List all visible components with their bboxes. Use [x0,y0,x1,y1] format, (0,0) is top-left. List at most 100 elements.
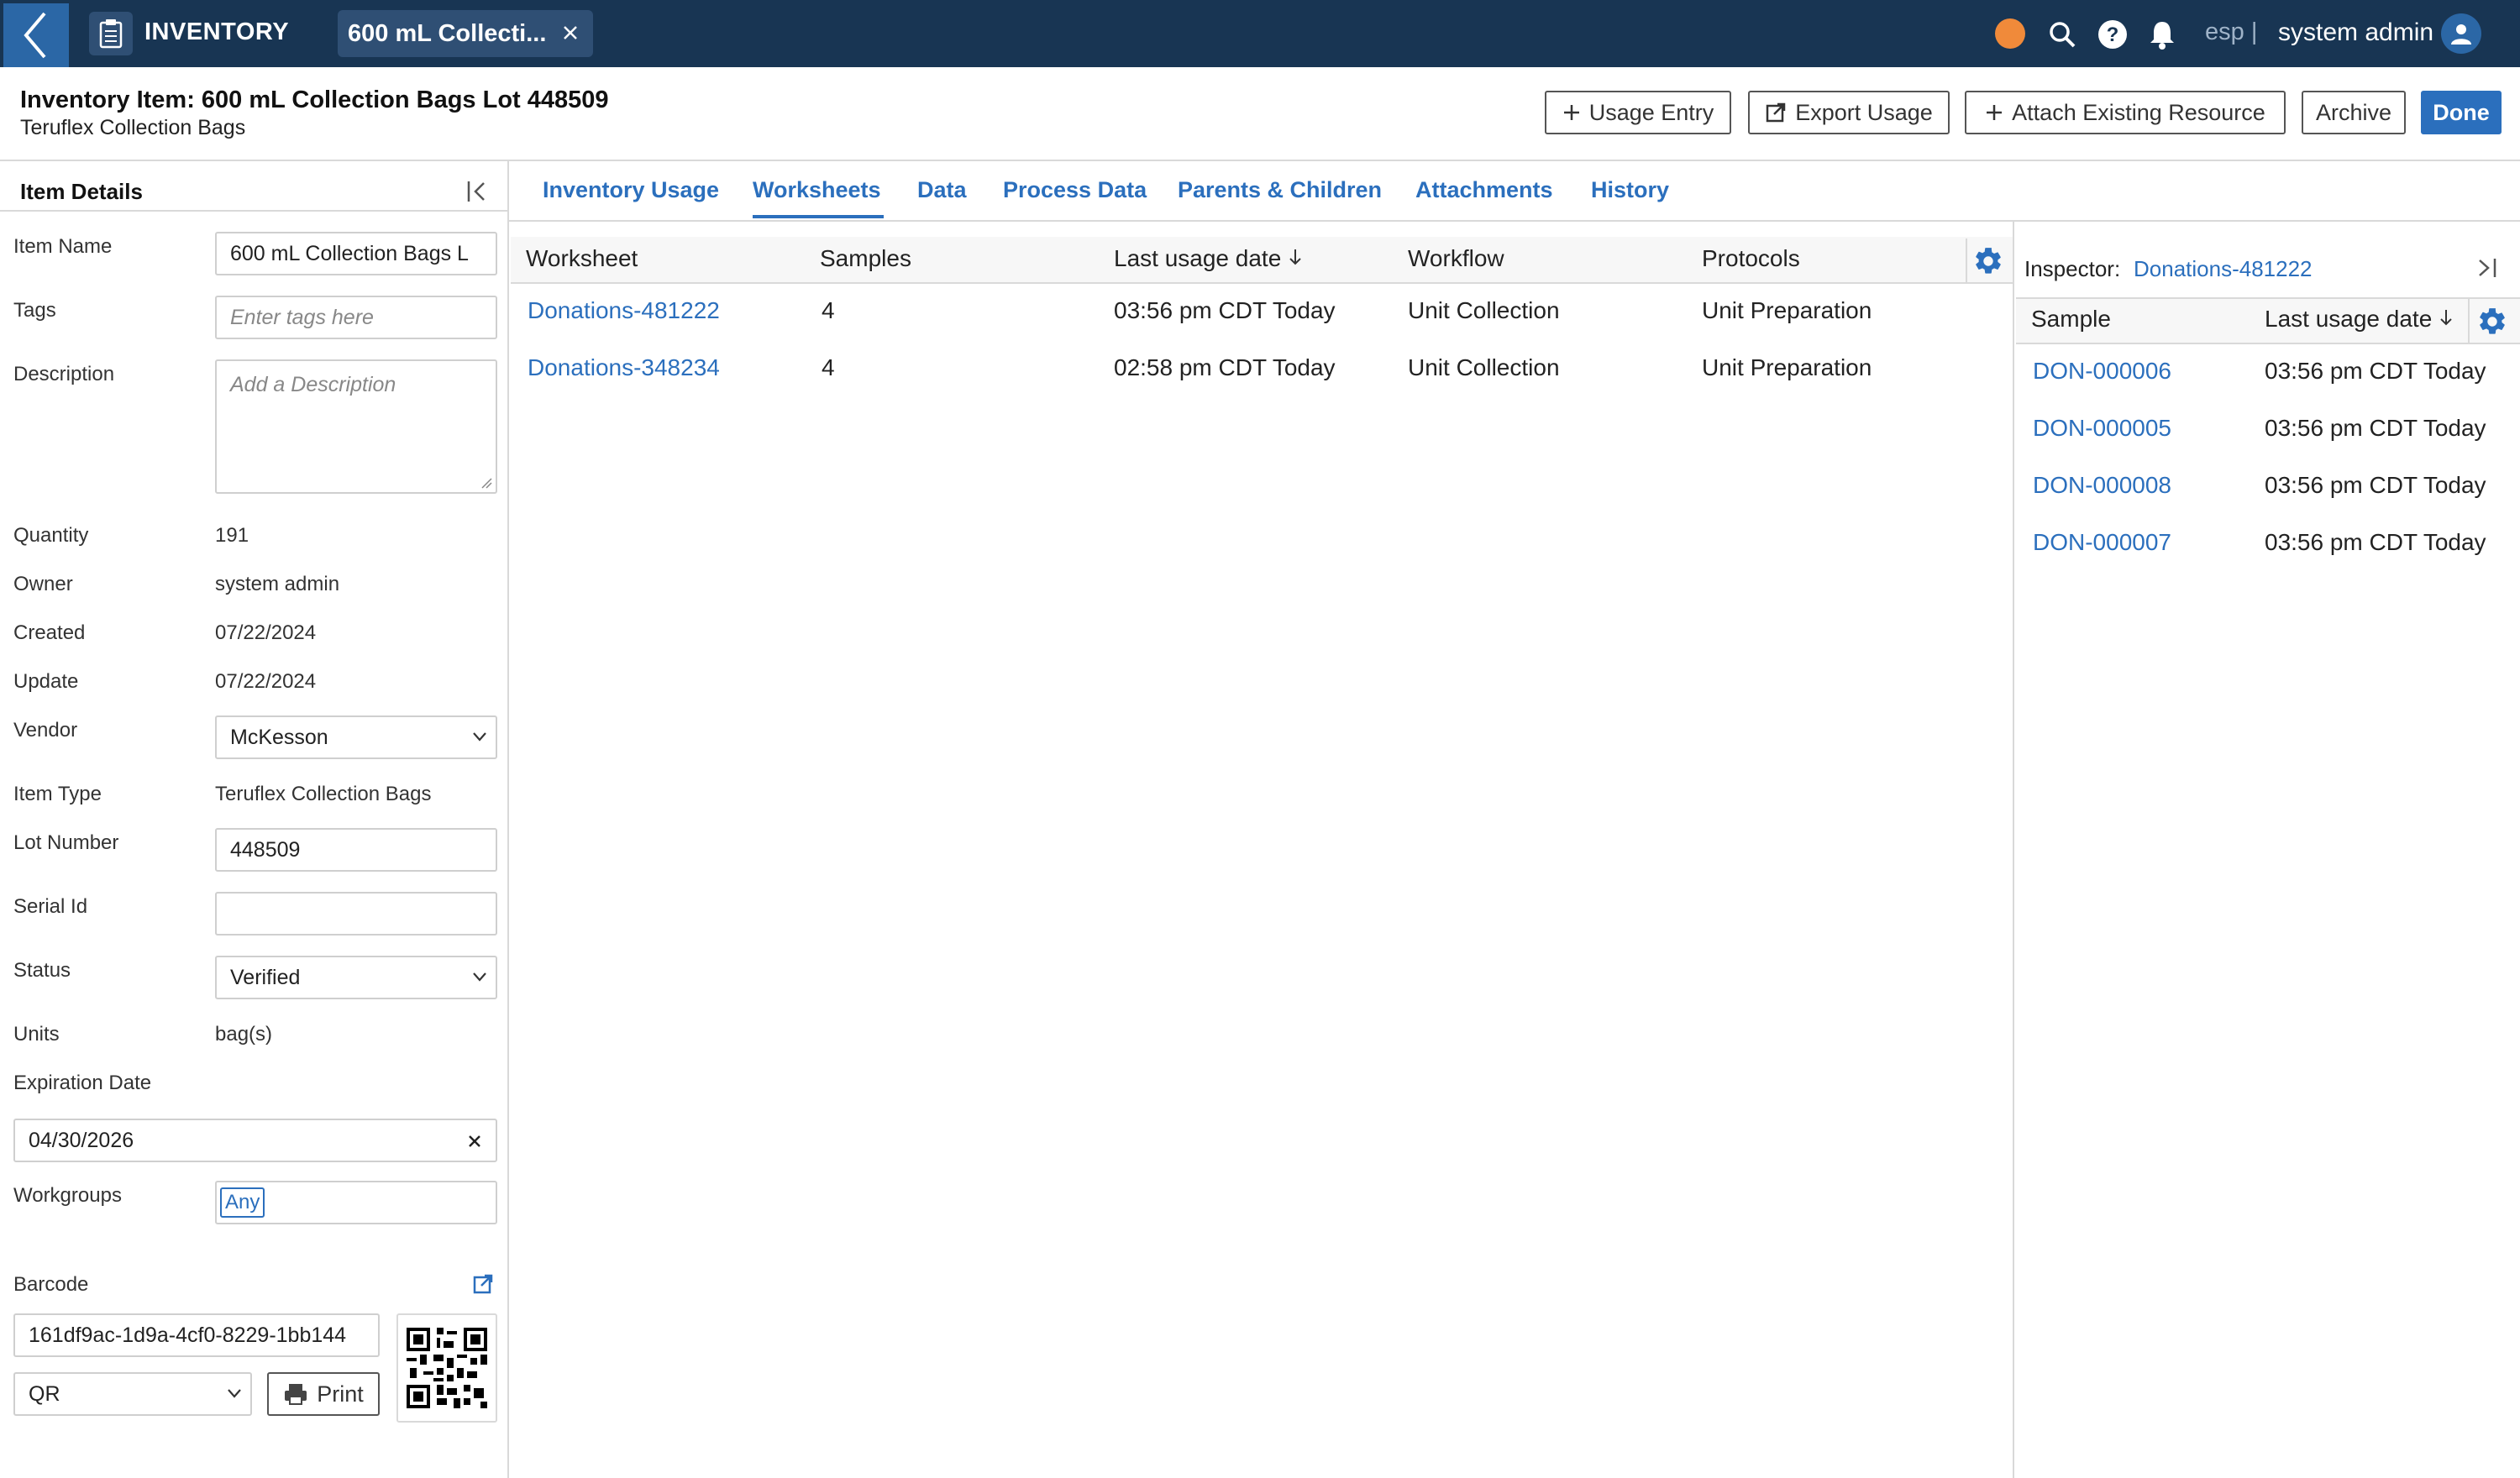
svg-text:?: ? [2107,24,2119,46]
page-subtitle: Teruflex Collection Bags [20,116,246,139]
worksheet-link-row-1[interactable]: Donations-481222 [528,297,720,324]
lot-number-field[interactable]: 448509 [215,828,497,872]
workgroups-field[interactable]: Any [215,1181,497,1224]
external-link-icon[interactable] [472,1273,494,1295]
sort-down-icon[interactable] [2439,308,2454,327]
user-avatar[interactable] [2441,13,2481,54]
inspector-sample-link-2[interactable]: DON-000005 [2033,415,2171,442]
language-label[interactable]: esp | [2205,18,2257,46]
done-button[interactable]: Done [2421,91,2502,134]
tab-process-data[interactable]: Process Data [1003,177,1147,203]
expiration-date-label: Expiration Date [13,1072,152,1094]
inspector-sample-link-3[interactable]: DON-000008 [2033,472,2171,499]
gear-icon[interactable] [1972,245,2004,277]
chevron-down-icon [228,1389,241,1398]
vendor-label: Vendor [13,719,78,742]
last-usage-cell-row-2: 02:58 pm CDT Today [1114,354,1336,380]
column-header-workflow[interactable]: Workflow [1408,245,1504,272]
tab-parents-children[interactable]: Parents & Children [1178,177,1382,203]
barcode-type-value: QR [29,1381,60,1406]
export-usage-button[interactable]: Export Usage [1748,91,1950,134]
tab-attachments[interactable]: Attachments [1415,177,1553,203]
page-title: Inventory Item: 600 mL Collection Bags L… [20,86,609,113]
inspector-column-sample[interactable]: Sample [2031,306,2111,333]
tab-worksheets[interactable]: Worksheets [753,177,881,203]
inspector-sample-link-4[interactable]: DON-000007 [2033,529,2171,556]
resize-handle-icon[interactable] [480,477,492,489]
vendor-selected-value: McKesson [230,725,328,749]
search-icon [2050,22,2076,48]
bell-icon [2150,22,2174,50]
header-divider [0,160,2520,161]
column-header-last-usage-date[interactable]: Last usage date [1114,245,1303,272]
gear-icon[interactable] [2476,306,2508,338]
inspector-column-last-usage-date[interactable]: Last usage date [2265,306,2454,333]
item-details-divider [0,210,507,212]
barcode-field[interactable]: 161df9ac-1d9a-4cf0-8229-1bb144 [13,1313,380,1357]
samples-cell-row-2: 4 [822,354,835,380]
inventory-app-button[interactable] [89,12,133,55]
clear-icon[interactable] [467,1134,482,1149]
user-avatar-icon [2451,24,2471,45]
print-button[interactable]: Print [267,1372,380,1416]
last-usage-cell-row-1: 03:56 pm CDT Today [1114,297,1336,323]
tabs-divider [509,220,2520,222]
owner-value: system admin [215,573,340,595]
active-tab-indicator [753,215,884,218]
inspector-sample-link-1[interactable]: DON-000006 [2033,358,2171,385]
inspector-date-2: 03:56 pm CDT Today [2265,415,2486,441]
description-textarea[interactable]: Add a Description [215,359,497,494]
vendor-select[interactable]: McKesson [215,715,497,759]
help-button[interactable]: ? [2097,18,2129,50]
column-header-worksheet[interactable]: Worksheet [526,245,638,272]
status-dot-icon[interactable] [1995,18,2025,49]
collapse-left-icon[interactable] [464,178,491,205]
created-value: 07/22/2024 [215,621,317,644]
chevron-down-icon [473,732,486,742]
inspector-settings-divider [2468,299,2470,344]
status-select[interactable]: Verified [215,956,497,999]
tags-input[interactable]: Enter tags here [215,296,497,339]
attach-existing-resource-button[interactable]: Attach Existing Resource [1965,91,2286,134]
column-header-samples[interactable]: Samples [820,245,911,272]
document-tab-label: 600 mL Collecti... [348,19,547,47]
notifications-button[interactable] [2146,18,2178,50]
barcode-type-select[interactable]: QR [13,1372,252,1416]
back-button[interactable] [3,3,69,67]
chevron-down-icon [473,972,486,982]
expiration-date-field[interactable]: 04/30/2026 [13,1119,497,1162]
workgroup-chip[interactable]: Any [220,1187,265,1218]
inspector-label: Inspector: [2024,256,2121,281]
tab-history[interactable]: History [1591,177,1669,203]
protocols-cell-row-1: Unit Preparation [1702,297,1872,323]
archive-button[interactable]: Archive [2302,91,2406,134]
tab-inventory-usage[interactable]: Inventory Usage [543,177,719,203]
item-details-title: Item Details [20,179,143,204]
document-tab[interactable]: 600 mL Collecti... [338,10,593,57]
serial-id-field[interactable] [215,892,497,936]
column-header-protocols[interactable]: Protocols [1702,245,1800,272]
inspector-target-link[interactable]: Donations-481222 [2134,256,2313,282]
tab-data[interactable]: Data [917,177,967,203]
close-icon[interactable] [559,22,581,44]
workgroups-label: Workgroups [13,1184,122,1207]
collapse-right-icon[interactable] [2475,255,2500,280]
left-panel-divider [507,160,509,1478]
workflow-cell-row-1: Unit Collection [1408,297,1560,323]
inspector-date-3: 03:56 pm CDT Today [2265,472,2486,498]
back-chevron-icon [24,12,46,59]
created-label: Created [13,621,86,644]
item-name-field[interactable]: 600 mL Collection Bags L [215,232,497,275]
qr-code-icon [407,1328,487,1408]
export-usage-label: Export Usage [1795,99,1933,125]
printer-icon [285,1384,307,1405]
external-link-icon [1766,102,1786,123]
item-name-label: Item Name [13,235,113,258]
sort-down-icon[interactable] [1288,248,1303,266]
search-button[interactable] [2046,18,2078,50]
worksheet-link-row-2[interactable]: Donations-348234 [528,354,720,381]
user-name[interactable]: system admin [2278,18,2433,47]
usage-entry-button[interactable]: Usage Entry [1545,91,1731,134]
item-type-value: Teruflex Collection Bags [215,783,432,805]
expiration-date-value: 04/30/2026 [29,1128,134,1152]
